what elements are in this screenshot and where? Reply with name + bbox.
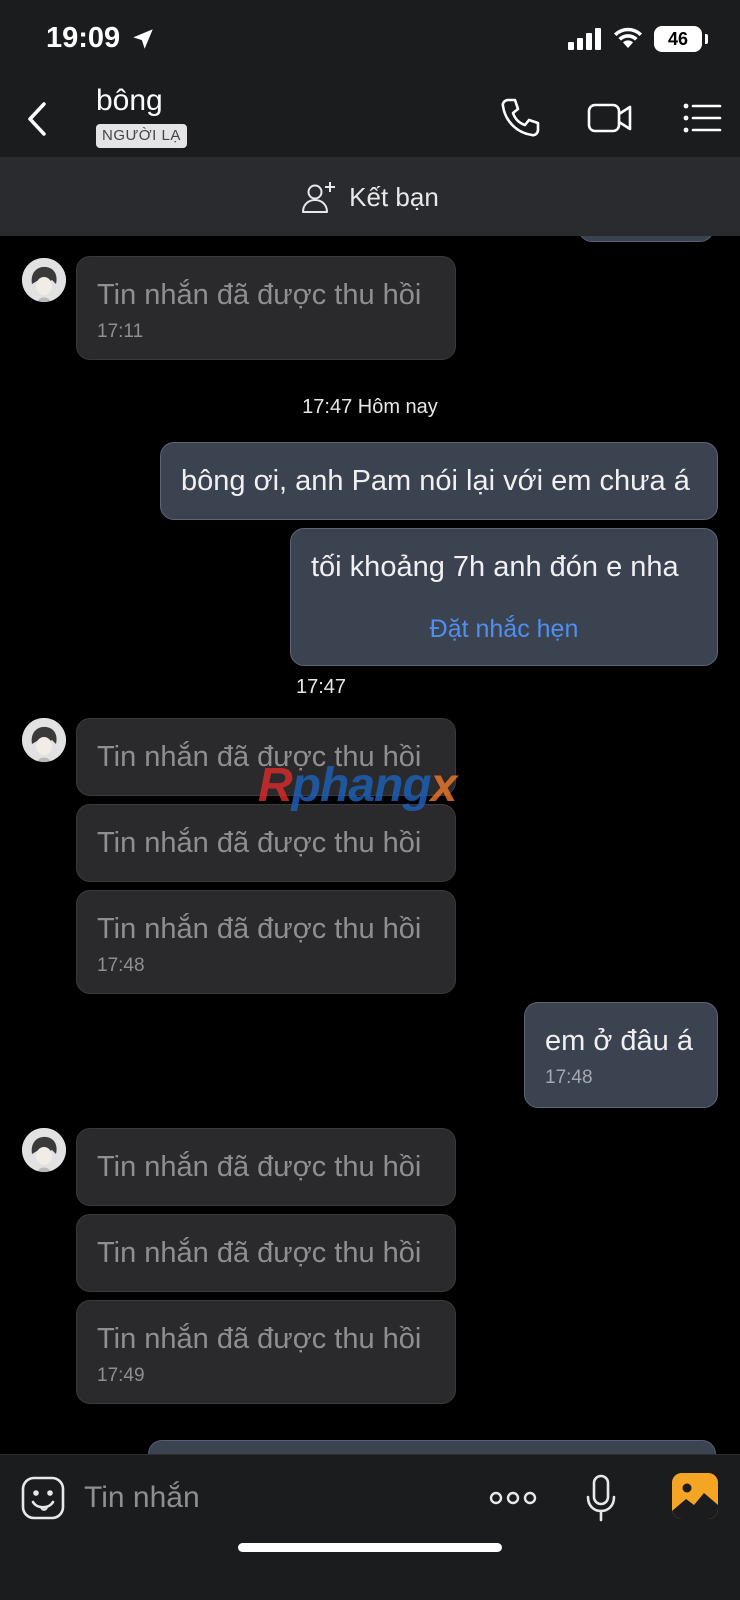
microphone-icon[interactable] xyxy=(584,1473,618,1523)
phone-call-icon[interactable] xyxy=(496,94,544,142)
recalled-message[interactable]: Tin nhắn đã được thu hồi xyxy=(76,804,456,882)
cellular-signal-icon xyxy=(568,28,601,50)
message-time: 17:49 xyxy=(97,1365,145,1386)
add-friend-label: Kết bạn xyxy=(349,181,439,212)
menu-list-icon[interactable] xyxy=(678,94,726,142)
outgoing-message[interactable]: em ở đâu á 17:48 xyxy=(524,1002,718,1108)
watermark-part: R xyxy=(258,759,293,812)
status-time: 19:09 xyxy=(46,22,121,54)
contact-avatar[interactable] xyxy=(22,258,66,302)
avatar-image xyxy=(22,718,66,762)
message-input-bar xyxy=(0,1454,740,1600)
add-friend-icon xyxy=(302,182,336,213)
message-list[interactable]: Tin nhắn đã được thu hồi 17:11 17:47 Hôm… xyxy=(0,236,740,1454)
video-call-icon[interactable] xyxy=(586,94,634,142)
recalled-message[interactable]: Tin nhắn đã được thu hồi xyxy=(76,1128,456,1206)
battery-indicator: 46 xyxy=(654,26,708,52)
message-bubble-partial[interactable] xyxy=(578,236,714,242)
outgoing-message[interactable]: tối khoảng 7h anh đón e nha Đặt nhắc hẹn xyxy=(290,528,718,666)
recalled-message[interactable]: Tin nhắn đã được thu hồi 17:49 xyxy=(76,1300,456,1404)
watermark-part: x xyxy=(430,759,458,812)
emoji-sticker-icon[interactable] xyxy=(20,1475,66,1521)
recalled-message[interactable]: Tin nhắn đã được thu hồi xyxy=(76,1214,456,1292)
chat-header: bông NGƯỜI LẠ xyxy=(0,80,740,158)
photo-gallery-icon[interactable] xyxy=(672,1473,718,1519)
add-friend-button[interactable]: Kết bạn xyxy=(0,158,740,236)
contact-name[interactable]: bông xyxy=(96,84,163,118)
location-arrow-icon xyxy=(133,29,153,49)
status-bar: 19:09 46 xyxy=(0,0,740,80)
message-bubble-partial[interactable] xyxy=(148,1440,716,1454)
watermark-logo: Rphangx xyxy=(258,758,458,813)
message-time: 17:48 xyxy=(97,955,145,976)
back-arrow-icon[interactable] xyxy=(22,100,52,138)
set-reminder-link[interactable]: Đặt nhắc hẹn xyxy=(311,615,697,644)
recalled-message-text: Tin nhắn đã được thu hồi xyxy=(97,913,422,945)
recalled-message-text: Tin nhắn đã được thu hồi xyxy=(97,1237,422,1269)
avatar-image xyxy=(22,1128,66,1172)
watermark-part: phang xyxy=(291,759,432,812)
image-glyph xyxy=(672,1473,718,1519)
outgoing-message-text: tối khoảng 7h anh đón e nha xyxy=(311,551,679,583)
more-options-icon[interactable] xyxy=(488,1483,538,1513)
recalled-message-text: Tin nhắn đã được thu hồi xyxy=(97,1151,422,1183)
message-input[interactable] xyxy=(84,1473,464,1523)
date-divider: 17:47 Hôm nay xyxy=(302,396,438,418)
message-time: 17:11 xyxy=(97,321,144,342)
message-time: 17:47 xyxy=(296,676,347,698)
wifi-icon xyxy=(614,27,642,48)
avatar-image xyxy=(22,258,66,302)
contact-avatar[interactable] xyxy=(22,1128,66,1172)
outgoing-message-text: bông ơi, anh Pam nói lại với em chưa á xyxy=(181,465,690,497)
home-indicator[interactable] xyxy=(238,1543,502,1552)
stranger-badge: NGƯỜI LẠ xyxy=(96,124,187,148)
recalled-message-text: Tin nhắn đã được thu hồi xyxy=(97,827,422,859)
recalled-message-text: Tin nhắn đã được thu hồi xyxy=(97,279,422,311)
contact-avatar[interactable] xyxy=(22,718,66,762)
recalled-message[interactable]: Tin nhắn đã được thu hồi 17:48 xyxy=(76,890,456,994)
message-time: 17:48 xyxy=(545,1067,593,1088)
recalled-message-text: Tin nhắn đã được thu hồi xyxy=(97,1323,422,1355)
outgoing-message-text: em ở đâu á xyxy=(545,1025,693,1057)
outgoing-message[interactable]: bông ơi, anh Pam nói lại với em chưa á xyxy=(160,442,718,520)
recalled-message[interactable]: Tin nhắn đã được thu hồi 17:11 xyxy=(76,256,456,360)
